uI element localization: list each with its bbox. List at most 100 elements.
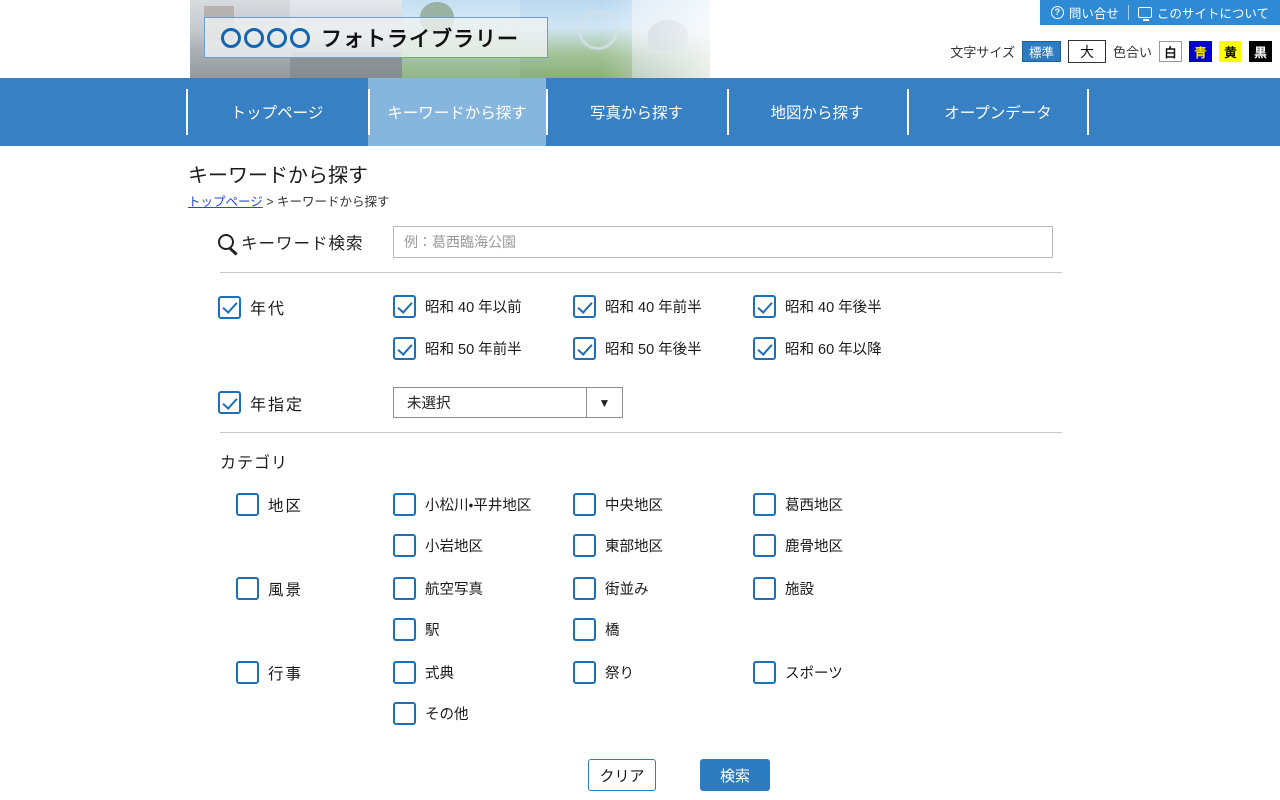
event-option-sports[interactable]: スポーツ (753, 661, 933, 684)
nav-item-open-data[interactable]: オープンデータ (907, 78, 1089, 146)
district-options-grid: 小松川・平井地区 中央地区 葛西地区 小岩地区 東部地区 鹿骨地区 (393, 493, 933, 557)
nav-label: キーワードから探す (387, 105, 527, 122)
category-group-event: 行事 式典 祭り スポーツ その他 (236, 661, 1280, 725)
checkbox[interactable] (393, 337, 416, 360)
event-group-label: 行事 (268, 665, 304, 683)
era-group-checkbox[interactable] (218, 295, 241, 319)
era-option-showa50-second-half[interactable]: 昭和 50 年後半 (573, 337, 753, 360)
nav-item-search-by-map[interactable]: 地図から探す (727, 78, 907, 146)
event-option-other[interactable]: その他 (393, 702, 573, 725)
color-black-button[interactable]: 黒 (1249, 41, 1272, 62)
era-option-showa60-after[interactable]: 昭和 60 年以降 (753, 337, 933, 360)
year-checkbox-item[interactable]: 年指定 (218, 391, 393, 415)
event-option-ceremony[interactable]: 式典 (393, 661, 573, 684)
year-select-value: 未選択 (407, 396, 451, 412)
checkbox[interactable] (753, 577, 776, 600)
color-yellow-button[interactable]: 黄 (1219, 41, 1242, 62)
breadcrumb-current: キーワードから探す (277, 195, 390, 209)
checkbox[interactable] (753, 295, 776, 318)
district-option-komatsugawa-hirai[interactable]: 小松川・平井地区 (393, 493, 573, 516)
option-label: 昭和 40 年以前 (425, 300, 522, 316)
checkbox[interactable] (393, 702, 416, 725)
search-input[interactable] (393, 226, 1053, 258)
checkbox[interactable] (753, 337, 776, 360)
checkbox[interactable] (393, 534, 416, 557)
nav-label: 写真から探す (589, 105, 683, 122)
checkbox[interactable] (573, 577, 596, 600)
text-size-standard-button[interactable]: 標準 (1021, 41, 1061, 62)
checkbox[interactable] (573, 337, 596, 360)
landscape-option-facility[interactable]: 施設 (753, 577, 933, 600)
checkbox[interactable] (393, 577, 416, 600)
district-option-chuo[interactable]: 中央地区 (573, 493, 753, 516)
monitor-icon (1137, 7, 1152, 21)
option-label: 施設 (785, 582, 814, 598)
checkbox[interactable] (393, 493, 416, 516)
district-group-checkbox-item[interactable]: 地区 (236, 493, 393, 516)
nav-item-search-by-keyword[interactable]: キーワードから探す (368, 78, 546, 146)
contact-label: 問い合せ (1068, 7, 1119, 21)
year-checkbox[interactable] (218, 391, 241, 414)
site-logo[interactable]: フォトライブラリー (204, 17, 548, 58)
checkbox[interactable] (573, 493, 596, 516)
about-site-link[interactable]: このサイトについて (1137, 3, 1269, 22)
divider-after-search (220, 272, 1062, 273)
category-group-district: 地区 小松川・平井地区 中央地区 葛西地区 小岩地区 東部地区 鹿骨地区 (236, 493, 1280, 557)
district-option-tobu[interactable]: 東部地区 (573, 534, 753, 557)
checkbox[interactable] (753, 493, 776, 516)
checkbox[interactable] (573, 534, 596, 557)
landscape-option-bridge[interactable]: 橋 (573, 618, 753, 641)
option-label: スポーツ (785, 666, 843, 682)
checkbox[interactable] (393, 618, 416, 641)
era-option-showa40-second-half[interactable]: 昭和 40 年後半 (753, 295, 933, 318)
district-option-shishibone[interactable]: 鹿骨地区 (753, 534, 933, 557)
checkbox[interactable] (573, 661, 596, 684)
era-group-checkbox-item[interactable]: 年代 (218, 295, 393, 319)
era-option-showa40-before[interactable]: 昭和 40 年以前 (393, 295, 573, 318)
landscape-option-aerial-photo[interactable]: 航空写真 (393, 577, 573, 600)
contact-link[interactable]: ? 問い合せ (1050, 3, 1119, 22)
nav-item-top-page[interactable]: トップページ (186, 78, 368, 146)
color-white-button[interactable]: 白 (1159, 41, 1182, 62)
main-navigation: トップページ キーワードから探す 写真から探す 地図から探す オープンデータ (0, 78, 1280, 146)
checkbox[interactable] (393, 661, 416, 684)
landscape-option-streetscape[interactable]: 街並み (573, 577, 753, 600)
checkbox[interactable] (753, 661, 776, 684)
event-group-checkbox-item[interactable]: 行事 (236, 661, 393, 684)
landscape-group-checkbox-item[interactable]: 風景 (236, 577, 393, 600)
checkbox[interactable] (393, 295, 416, 318)
option-label: 駅 (425, 623, 440, 639)
event-option-festival[interactable]: 祭り (573, 661, 753, 684)
district-option-koiwa[interactable]: 小岩地区 (393, 534, 573, 557)
clear-button[interactable]: クリア (588, 759, 656, 791)
checkbox[interactable] (753, 534, 776, 557)
nav-item-search-by-photo[interactable]: 写真から探す (546, 78, 727, 146)
landscape-group-checkbox[interactable] (236, 577, 259, 600)
district-group-checkbox[interactable] (236, 493, 259, 516)
option-label: 式典 (425, 666, 454, 682)
district-option-kasai[interactable]: 葛西地区 (753, 493, 933, 516)
year-label: 年指定 (250, 396, 305, 414)
chevron-down-icon[interactable]: ▼ (586, 388, 622, 417)
text-size-large-button[interactable]: 大 (1067, 40, 1106, 63)
nav-label: トップページ (230, 105, 324, 122)
checkbox[interactable] (573, 618, 596, 641)
keyword-search-row: キーワード検索 (218, 226, 1280, 258)
checkbox[interactable] (573, 295, 596, 318)
page-title: キーワードから探す (188, 165, 368, 187)
option-label: 中央地区 (605, 498, 663, 514)
nav-label: オープンデータ (944, 105, 1052, 122)
year-select[interactable]: 未選択 ▼ (393, 387, 623, 418)
landscape-group-head: 風景 (236, 577, 393, 641)
landscape-option-station[interactable]: 駅 (393, 618, 573, 641)
option-label: 昭和 60 年以降 (785, 342, 882, 358)
breadcrumb-home-link[interactable]: トップページ (188, 195, 263, 209)
event-group-checkbox[interactable] (236, 661, 259, 684)
era-filter-block: 年代 昭和 40 年以前 昭和 40 年前半 昭和 40 年後半 昭和 50 年… (218, 295, 1280, 360)
era-option-showa50-first-half[interactable]: 昭和 50 年前半 (393, 337, 573, 360)
search-button[interactable]: 検索 (700, 759, 770, 791)
era-option-showa40-first-half[interactable]: 昭和 40 年前半 (573, 295, 753, 318)
color-blue-button[interactable]: 青 (1189, 41, 1212, 62)
header-fade-overlay (600, 0, 780, 78)
option-label: 昭和 40 年後半 (785, 300, 882, 316)
